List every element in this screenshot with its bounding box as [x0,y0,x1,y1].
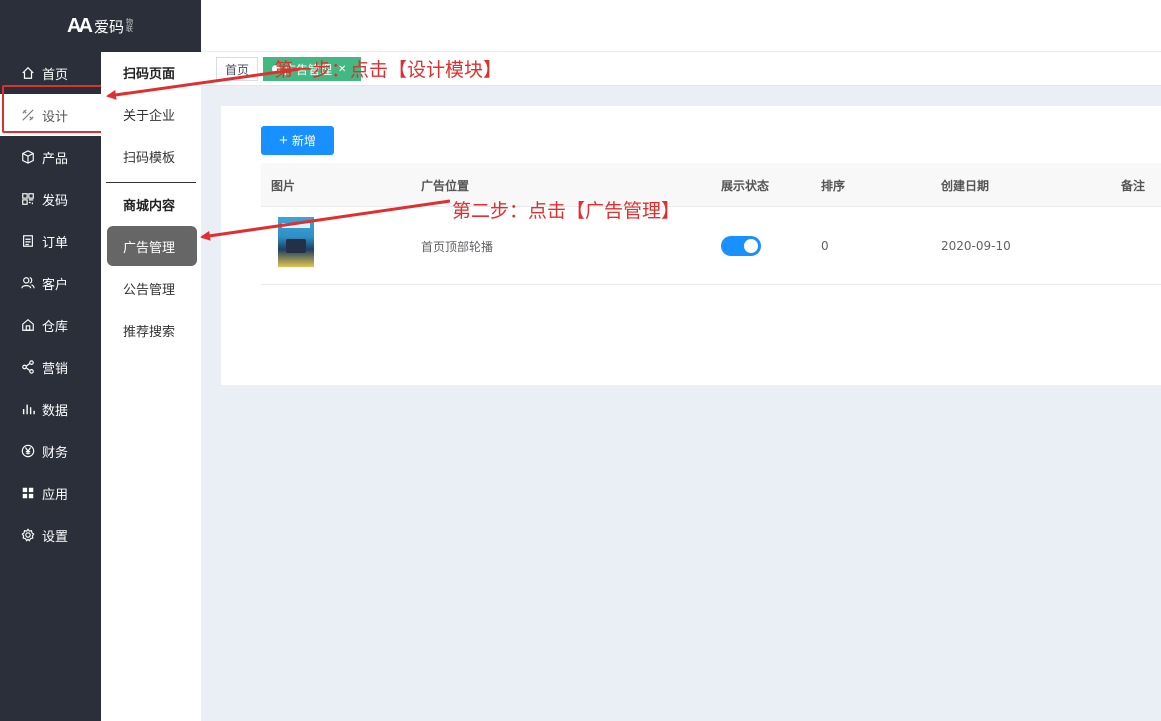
grid-icon [20,485,36,501]
cell-sort: 0 [821,239,829,253]
status-toggle[interactable] [721,236,761,256]
share-icon [20,359,36,375]
nav-item-order[interactable]: 订单 [0,220,101,262]
order-icon [20,233,36,249]
gear-icon [20,527,36,543]
nav-label: 营销 [42,361,69,377]
column-header-sort: 排序 [821,178,846,193]
submenu-item-notice-management[interactable]: 公告管理 [107,268,197,308]
nav-item-warehouse[interactable]: 仓库 [0,304,101,346]
top-bar [201,0,1161,52]
nav-label: 客户 [42,277,69,293]
nav-label: 首页 [42,67,69,83]
submenu-group-mall-content: 商城内容 [123,198,176,214]
nav-label: 设计 [42,109,69,125]
annotation-step1: 第一步：点击【设计模块】 [274,59,503,81]
cube-icon [20,149,36,165]
submenu-group-scan-page[interactable]: 扫码页面 [107,52,197,92]
nav-item-finance[interactable]: 财务 [0,430,101,472]
bar-chart-icon [20,401,36,417]
tab-label: 首页 [225,62,250,77]
qrcode-icon [20,191,36,207]
table-header: 图片 广告位置 展示状态 排序 创建日期 备注 [261,163,1161,207]
nav-label: 财务 [42,445,69,461]
add-button-label: 新增 [291,134,316,148]
nav-item-data[interactable]: 数据 [0,388,101,430]
warehouse-icon [20,317,36,333]
toggle-knob [744,239,758,253]
nav-label: 发码 [42,193,69,209]
column-header-remark: 备注 [1121,178,1146,193]
nav-item-customer[interactable]: 客户 [0,262,101,304]
nav-label: 仓库 [42,319,69,335]
nav-label: 订单 [42,235,69,251]
table-row: 首页顶部轮播 0 2020-09-10 [261,207,1161,285]
nav-label: 设置 [42,529,69,545]
nav-item-home[interactable]: 首页 [0,52,101,94]
submenu-divider [106,182,196,183]
column-header-status: 展示状态 [721,178,770,193]
brand-logo[interactable]: AA 爱码 物联 [0,0,201,52]
submenu-item-recommended-search[interactable]: 推荐搜索 [107,310,197,350]
nav-item-marketing[interactable]: 营销 [0,346,101,388]
nav-label: 数据 [42,403,69,419]
nav-item-code[interactable]: 发码 [0,178,101,220]
submenu-item-ad-management[interactable]: 广告管理 [107,226,197,266]
home-icon [20,65,36,81]
tab-home[interactable]: 首页 [216,57,259,81]
nav-item-design[interactable]: 设计 [0,94,101,136]
column-header-image: 图片 [271,178,296,193]
ad-thumbnail[interactable] [278,217,314,267]
sub-menu: 扫码页面 关于企业 扫码模板 商城内容 广告管理 公告管理 推荐搜索 [101,52,201,721]
nav-item-settings[interactable]: 设置 [0,514,101,556]
design-icon [20,107,36,123]
logo-mark-icon: AA [67,14,93,37]
annotation-step2: 第二步：点击【广告管理】 [452,200,681,222]
nav-item-product[interactable]: 产品 [0,136,101,178]
nav-label: 产品 [42,151,69,167]
yen-icon [20,443,36,459]
submenu-item-scan-template[interactable]: 扫码模板 [107,136,197,176]
nav-item-apps[interactable]: 应用 [0,472,101,514]
submenu-item-about[interactable]: 关于企业 [107,94,197,134]
nav-label: 应用 [42,487,69,503]
plus-icon: + [279,132,288,149]
add-button[interactable]: + 新增 [261,126,334,155]
column-header-created: 创建日期 [941,178,990,193]
brand-name: 爱码 [93,17,124,36]
brand-sub: 物联 [125,18,133,33]
cell-created-date: 2020-09-10 [941,239,1011,253]
users-icon [20,275,36,291]
